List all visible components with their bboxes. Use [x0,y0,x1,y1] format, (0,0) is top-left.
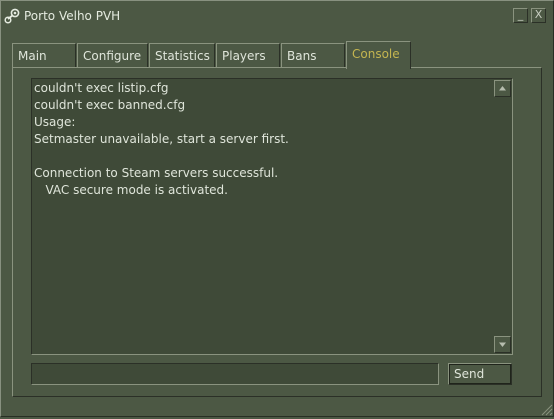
console-log: couldn't exec listip.cfg couldn't exec b… [34,80,492,199]
console-line: Connection to Steam servers successful. [34,166,279,180]
send-button-focus-border [449,364,511,384]
tab-statistics[interactable]: Statistics [149,43,215,67]
tab-console[interactable]: Console [346,41,411,69]
tab-players[interactable]: Players [216,43,280,67]
scroll-down-button[interactable] [494,336,511,353]
console-scrollbar[interactable] [494,80,511,353]
steam-logo-icon [4,8,20,24]
console-line: VAC secure mode is activated. [34,183,228,197]
arrow-up-icon [499,86,506,91]
send-button[interactable]: Send [448,363,512,385]
console-line: couldn't exec listip.cfg [34,81,169,95]
tab-configure[interactable]: Configure [77,43,148,67]
server-window: Porto Velho PVH _ X Main Configure Stati… [0,0,554,417]
title-bar[interactable]: Porto Velho PVH _ X [1,1,553,31]
tab-bans[interactable]: Bans [281,43,345,67]
console-line: Setmaster unavailable, start a server fi… [34,132,289,146]
command-input[interactable] [31,363,439,385]
close-button[interactable]: X [531,8,546,23]
minimize-button[interactable]: _ [513,8,528,23]
console-output[interactable]: couldn't exec listip.cfg couldn't exec b… [31,78,513,355]
tab-main[interactable]: Main [12,43,76,67]
scroll-up-button[interactable] [494,80,511,97]
arrow-down-icon [499,342,506,347]
resize-grip-icon[interactable] [539,402,553,416]
console-line: Usage: [34,115,76,129]
window-title: Porto Velho PVH [24,9,121,23]
console-line: couldn't exec banned.cfg [34,98,186,112]
